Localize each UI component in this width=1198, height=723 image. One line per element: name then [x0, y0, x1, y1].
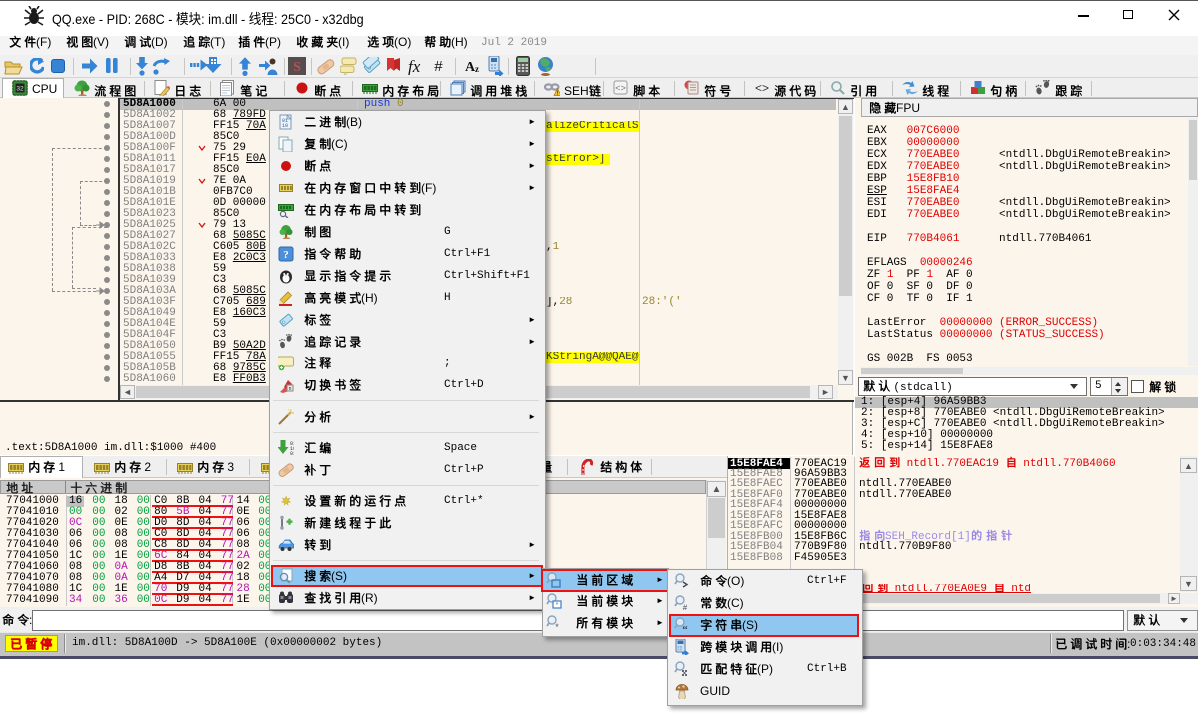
svg-text:*: *: [555, 622, 559, 631]
svg-text:10: 10: [282, 123, 288, 129]
svg-text:#: #: [434, 59, 443, 74]
svg-text:fx: fx: [408, 58, 421, 75]
svg-text:01: 01: [290, 451, 294, 456]
svg-text:n: n: [289, 386, 292, 392]
svg-text:“: “: [682, 624, 688, 633]
svg-text:S: S: [293, 60, 301, 75]
svg-text:*: *: [556, 602, 559, 609]
svg-text:z: z: [475, 64, 479, 73]
svg-text:#: #: [683, 604, 688, 611]
svg-text:<>: <>: [755, 81, 769, 95]
svg-text:<>: <>: [615, 84, 626, 94]
svg-text:32: 32: [16, 86, 24, 93]
svg-text:?: ?: [283, 249, 289, 261]
